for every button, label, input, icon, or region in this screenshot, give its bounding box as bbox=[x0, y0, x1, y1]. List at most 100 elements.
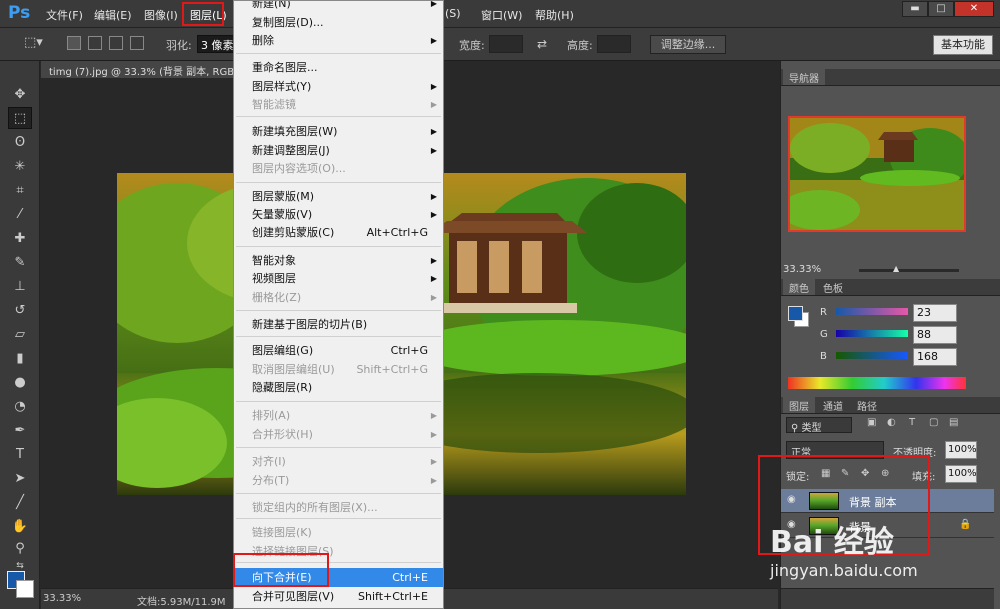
fill-input[interactable]: 100% bbox=[945, 465, 977, 483]
path-select-tool-icon[interactable]: ➤ bbox=[8, 467, 32, 489]
tab-navigator[interactable]: 导航器 bbox=[783, 69, 825, 85]
move-tool-icon[interactable]: ✥ bbox=[8, 83, 32, 105]
menu-item[interactable]: 链接图层(K) bbox=[234, 523, 443, 542]
navigator-slider-knob[interactable]: ▲ bbox=[893, 264, 899, 273]
hand-tool-icon[interactable]: ✋ bbox=[8, 515, 32, 537]
intersect-selection-icon[interactable] bbox=[130, 36, 144, 50]
layer-kind-filter[interactable]: ⚲ 类型 bbox=[786, 417, 852, 434]
workspace-button[interactable]: 基本功能 bbox=[933, 35, 993, 55]
menu-item[interactable]: 合并可见图层(V) Shift+Ctrl+E bbox=[234, 587, 443, 606]
menu-item[interactable]: 锁定组内的所有图层(X)... bbox=[234, 498, 443, 517]
tab-paths[interactable]: 路径 bbox=[851, 397, 883, 413]
navigator-thumbnail[interactable] bbox=[788, 116, 966, 232]
pen-tool-icon[interactable]: ✒ bbox=[8, 419, 32, 441]
type-filter-icon[interactable]: T bbox=[909, 417, 921, 431]
menu-item[interactable]: 图层蒙版(M) ▶ bbox=[234, 187, 443, 206]
add-selection-icon[interactable] bbox=[88, 36, 102, 50]
type-tool-icon[interactable]: T bbox=[8, 443, 32, 465]
feather-input[interactable]: 3 像素 bbox=[197, 35, 235, 53]
menu-file[interactable]: 文件(F) bbox=[46, 7, 83, 23]
crop-tool-icon[interactable]: ⌗ bbox=[8, 179, 32, 201]
smart-object-filter-icon[interactable]: ▤ bbox=[949, 417, 961, 431]
menu-item[interactable]: 分布(T) ▶ bbox=[234, 471, 443, 490]
menu-item[interactable]: 矢量蒙版(V) ▶ bbox=[234, 205, 443, 224]
marquee-preset-icon[interactable]: ⬚▾ bbox=[24, 35, 43, 50]
menu-item[interactable]: 删除 ▶ bbox=[234, 31, 443, 50]
menu-item[interactable]: 新建基于图层的切片(B) bbox=[234, 315, 443, 334]
menu-item[interactable]: 隐藏图层(R) bbox=[234, 378, 443, 397]
menu-item-shortcut: Ctrl+E bbox=[392, 571, 428, 584]
menu-item[interactable]: 智能对象 ▶ bbox=[234, 251, 443, 270]
maximize-button[interactable]: □ bbox=[928, 1, 954, 17]
swap-icon[interactable]: ⇄ bbox=[537, 37, 547, 51]
menu-item[interactable]: 创建剪贴蒙版(C) Alt+Ctrl+G bbox=[234, 223, 443, 242]
new-selection-icon[interactable] bbox=[67, 36, 81, 50]
menu-item[interactable]: 图层编组(G) Ctrl+G bbox=[234, 341, 443, 360]
brush-tool-icon[interactable]: ✎ bbox=[8, 251, 32, 273]
opacity-input[interactable]: 100% bbox=[945, 441, 977, 459]
tab-color[interactable]: 颜色 bbox=[783, 279, 815, 295]
width-input[interactable] bbox=[489, 35, 523, 53]
navigator-zoom-readout[interactable]: 33.33% bbox=[783, 264, 821, 275]
history-brush-tool-icon[interactable]: ↺ bbox=[8, 299, 32, 321]
close-button[interactable]: ✕ bbox=[954, 1, 994, 17]
document-tab[interactable]: timg (7).jpg @ 33.3% (背景 副本, RGB/8) bbox=[41, 61, 236, 78]
color-panel-foreground-chip[interactable] bbox=[788, 306, 803, 321]
tab-layers[interactable]: 图层 bbox=[783, 397, 815, 413]
menu-item-label: 图层编组(G) bbox=[252, 344, 314, 357]
zoom-readout[interactable]: 33.33% bbox=[43, 593, 81, 604]
g-value-input[interactable]: 88 bbox=[913, 326, 957, 344]
stamp-tool-icon[interactable]: ⊥ bbox=[8, 275, 32, 297]
eyedropper-tool-icon[interactable]: ⁄ bbox=[8, 203, 32, 225]
tab-channels[interactable]: 通道 bbox=[817, 397, 849, 413]
submenu-arrow-icon: ▶ bbox=[430, 100, 437, 109]
b-value-input[interactable]: 168 bbox=[913, 348, 957, 366]
menu-window[interactable]: 窗口(W) bbox=[481, 7, 522, 23]
menu-item-label: 新建基于图层的切片(B) bbox=[252, 318, 368, 331]
height-input[interactable] bbox=[597, 35, 631, 53]
menu-item[interactable]: 新建填充图层(W) ▶ bbox=[234, 122, 443, 141]
r-slider[interactable] bbox=[836, 308, 908, 315]
adjustment-filter-icon[interactable]: ◐ bbox=[887, 417, 899, 431]
menu-item[interactable]: 排列(A) ▶ bbox=[234, 406, 443, 425]
menu-item[interactable]: 图层内容选项(O)... bbox=[234, 159, 443, 178]
lasso-tool-icon[interactable]: ʘ bbox=[8, 131, 32, 153]
menu-item[interactable]: 新建调整图层(J) ▶ bbox=[234, 141, 443, 160]
menu-item[interactable]: 图层样式(Y) ▶ bbox=[234, 77, 443, 96]
menu-item[interactable]: 合并形状(H) ▶ bbox=[234, 425, 443, 444]
b-slider[interactable] bbox=[836, 352, 908, 359]
menu-help[interactable]: 帮助(H) bbox=[535, 7, 574, 23]
g-slider[interactable] bbox=[836, 330, 908, 337]
subtract-selection-icon[interactable] bbox=[109, 36, 123, 50]
menu-item[interactable]: 新建(N) ▶ bbox=[234, 1, 443, 13]
gradient-tool-icon[interactable]: ▮ bbox=[8, 347, 32, 369]
eraser-tool-icon[interactable]: ▱ bbox=[8, 323, 32, 345]
minimize-button[interactable]: ▬ bbox=[902, 1, 928, 17]
blur-tool-icon[interactable]: ● bbox=[8, 371, 32, 393]
menu-item[interactable]: 栅格化(Z) ▶ bbox=[234, 288, 443, 307]
background-color-swatch[interactable] bbox=[16, 580, 34, 598]
color-spectrum-bar[interactable] bbox=[788, 377, 966, 389]
menu-item[interactable]: 复制图层(D)... bbox=[234, 13, 443, 32]
menu-image[interactable]: 图像(I) bbox=[144, 7, 178, 23]
menu-item[interactable]: 视频图层 ▶ bbox=[234, 269, 443, 288]
pixel-filter-icon[interactable]: ▣ bbox=[867, 417, 879, 431]
menu-item[interactable]: 对齐(I) ▶ bbox=[234, 452, 443, 471]
menu-select[interactable]: (S) bbox=[445, 7, 461, 20]
magic-wand-tool-icon[interactable]: ✳ bbox=[8, 155, 32, 177]
r-value-input[interactable]: 23 bbox=[913, 304, 957, 322]
tab-swatches[interactable]: 色板 bbox=[817, 279, 849, 295]
menu-edit[interactable]: 编辑(E) bbox=[94, 7, 132, 23]
menu-item[interactable]: 取消图层编组(U) Shift+Ctrl+G bbox=[234, 360, 443, 379]
navigator-zoom-slider[interactable] bbox=[859, 269, 959, 272]
healing-brush-tool-icon[interactable]: ✚ bbox=[8, 227, 32, 249]
menu-item[interactable]: 智能滤镜 ▶ bbox=[234, 95, 443, 114]
menu-item-label: 矢量蒙版(V) bbox=[252, 208, 313, 221]
dodge-tool-icon[interactable]: ◔ bbox=[8, 395, 32, 417]
line-tool-icon[interactable]: ╱ bbox=[8, 491, 32, 513]
menu-item-label: 排列(A) bbox=[252, 409, 291, 422]
menu-item[interactable]: 重命名图层... bbox=[234, 58, 443, 77]
refine-edge-button[interactable]: 调整边缘... bbox=[650, 35, 726, 54]
rect-marquee-tool-icon[interactable]: ⬚ bbox=[8, 107, 32, 129]
shape-filter-icon[interactable]: ▢ bbox=[929, 417, 941, 431]
